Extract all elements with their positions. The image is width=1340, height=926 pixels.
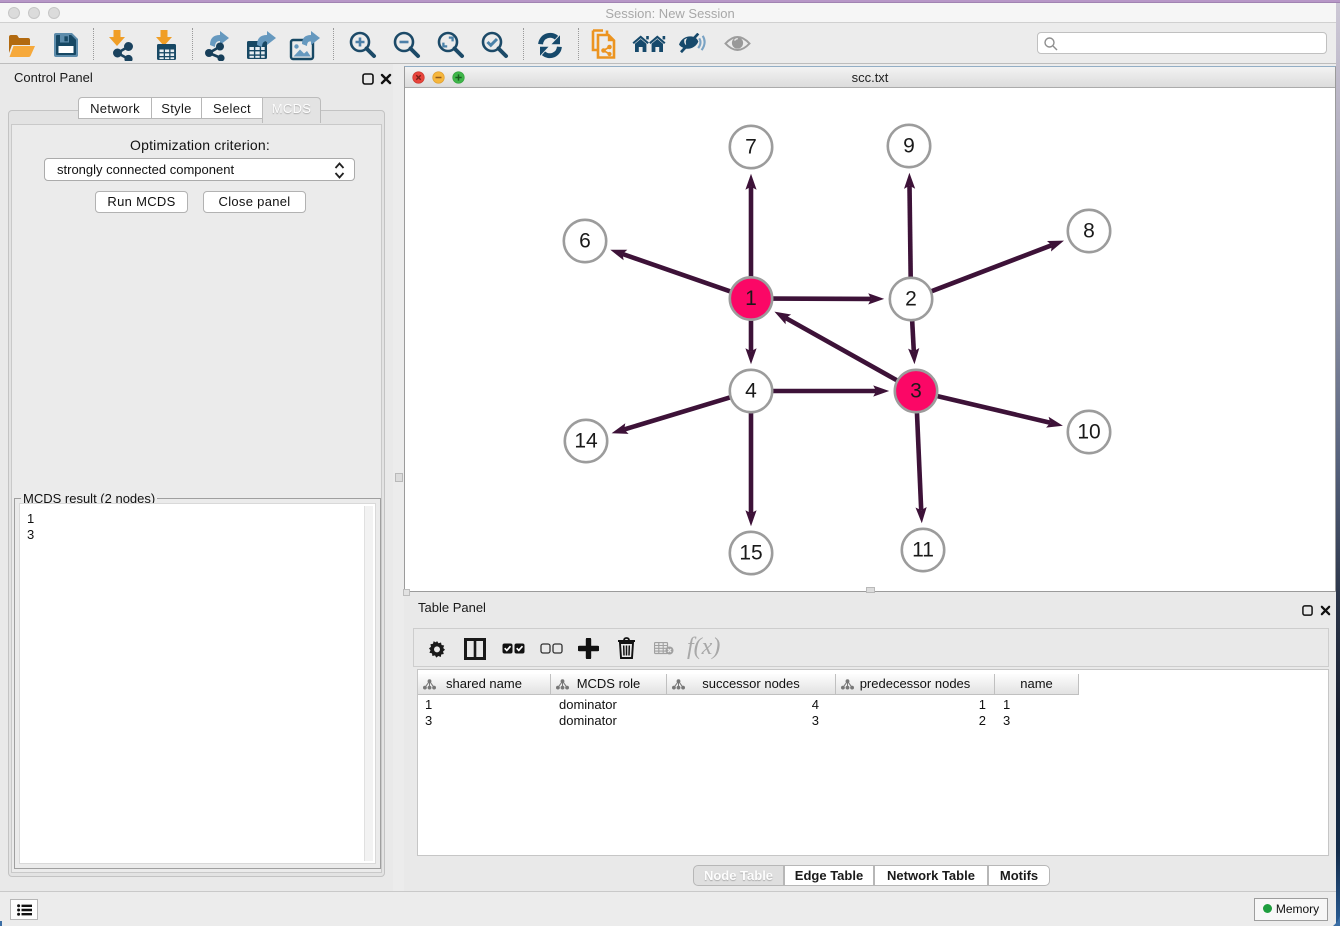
svg-text:4: 4: [745, 380, 757, 403]
svg-text:1: 1: [745, 287, 757, 310]
svg-text:15: 15: [739, 542, 762, 565]
svg-text:6: 6: [579, 230, 591, 253]
svg-text:9: 9: [903, 135, 915, 158]
svg-text:2: 2: [905, 288, 917, 311]
svg-text:14: 14: [574, 430, 598, 453]
svg-text:11: 11: [912, 539, 934, 562]
svg-text:7: 7: [745, 136, 757, 159]
svg-text:8: 8: [1083, 220, 1095, 243]
svg-text:3: 3: [910, 380, 922, 403]
svg-text:10: 10: [1077, 421, 1100, 444]
